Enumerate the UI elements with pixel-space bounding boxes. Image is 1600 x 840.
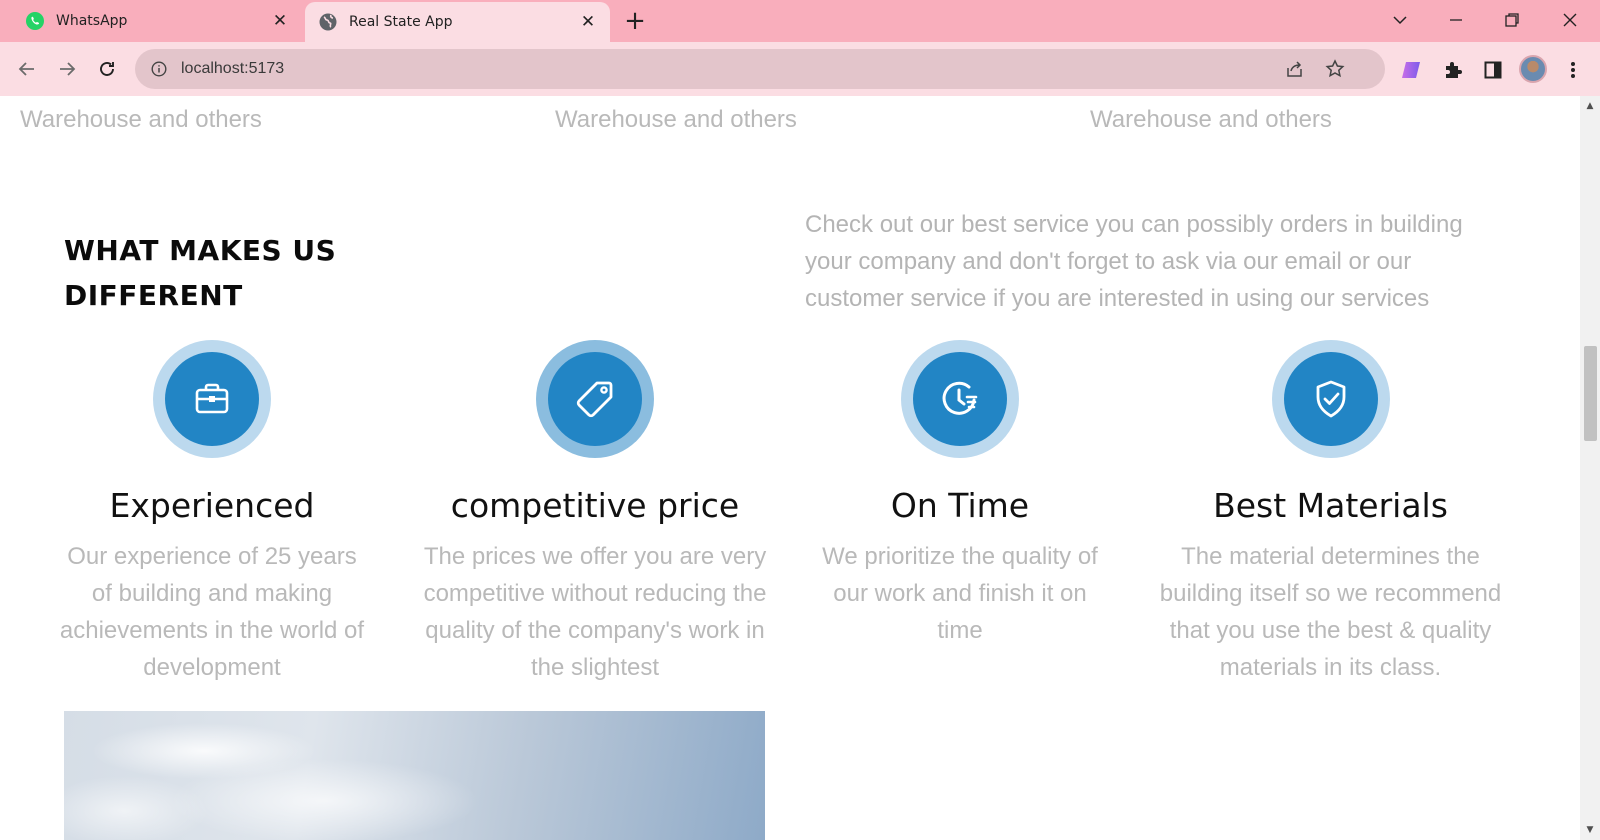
feature-icon-ring <box>153 340 271 458</box>
feature-description: We prioritize the quality of our work an… <box>822 543 1098 644</box>
feature-icon-ring <box>1271 340 1390 458</box>
feature-card-competitive-price: competitive price The prices we offer yo… <box>405 340 785 686</box>
tab-whatsapp[interactable]: WhatsApp ✕ <box>12 0 302 42</box>
minimize-icon[interactable] <box>1434 0 1478 40</box>
building-sky-photo <box>64 711 765 840</box>
feature-title: Best Materials <box>1213 486 1448 525</box>
price-tag-icon <box>548 352 642 446</box>
feature-card-experienced: Experienced Our experience of 25 years o… <box>52 340 372 686</box>
close-tab-whatsapp-icon[interactable]: ✕ <box>266 7 294 35</box>
feature-card-best-materials: Best Materials The material determines t… <box>1138 340 1523 686</box>
url-text[interactable]: localhost:5173 <box>181 60 284 78</box>
tab-strip: WhatsApp ✕ Real State App ✕ + <box>0 0 1600 42</box>
previous-card-text: Warehouse and others <box>555 106 797 133</box>
page-scrollbar[interactable]: ▲ ▼ <box>1580 96 1600 840</box>
tab-real-state-app[interactable]: Real State App ✕ <box>305 2 610 42</box>
shield-check-icon <box>1283 352 1378 446</box>
new-tab-button[interactable]: + <box>620 6 650 36</box>
site-info-icon[interactable] <box>149 59 169 79</box>
feature-title: competitive price <box>450 486 740 525</box>
bookmark-star-icon[interactable] <box>1323 59 1347 79</box>
feature-description: The material determines the building its… <box>1159 543 1502 681</box>
section-intro: Check out our best service you can possi… <box>805 211 1463 312</box>
feature-icon-ring <box>536 340 654 458</box>
restore-icon[interactable] <box>1490 0 1534 40</box>
feature-description: Our experience of 25 years of building a… <box>59 543 365 681</box>
scroll-thumb[interactable] <box>1584 346 1597 441</box>
whatsapp-icon <box>24 10 46 32</box>
feature-title: On Time <box>890 486 1030 525</box>
share-icon[interactable] <box>1283 59 1307 79</box>
more-menu-icon[interactable] <box>1560 57 1586 83</box>
reload-icon[interactable] <box>90 52 124 86</box>
close-window-icon[interactable] <box>1548 0 1592 40</box>
feature-card-on-time: On Time We prioritize the quality of our… <box>815 340 1105 649</box>
browser-toolbar: localhost:5173 <box>0 42 1600 96</box>
feature-icon-ring <box>901 340 1019 458</box>
scroll-up-arrow-icon[interactable]: ▲ <box>1580 98 1600 114</box>
scroll-down-arrow-icon[interactable]: ▼ <box>1580 822 1600 838</box>
side-panel-icon[interactable] <box>1480 57 1506 83</box>
tab-title-whatsapp: WhatsApp <box>56 13 128 29</box>
page-viewport: Warehouse and others Warehouse and other… <box>0 96 1580 840</box>
previous-card-text: Warehouse and others <box>1090 106 1332 133</box>
briefcase-icon <box>165 352 259 446</box>
previous-card-text: Warehouse and others <box>20 106 262 133</box>
section-title: WHAT MAKES US DIFFERENT <box>64 234 337 312</box>
profile-avatar[interactable] <box>1519 55 1547 83</box>
forward-arrow-icon[interactable] <box>50 52 84 86</box>
feature-description: The prices we offer you are very competi… <box>423 543 767 681</box>
clock-icon <box>913 352 1007 446</box>
tab-title-real-state-app: Real State App <box>349 14 453 30</box>
close-tab-real-state-icon[interactable]: ✕ <box>574 8 602 36</box>
address-bar[interactable]: localhost:5173 <box>135 49 1385 89</box>
extension-gradient-icon[interactable] <box>1400 57 1426 83</box>
extensions-puzzle-icon[interactable] <box>1440 57 1466 83</box>
globe-icon <box>317 11 339 33</box>
back-arrow-icon[interactable] <box>10 52 44 86</box>
tab-search-chevron-icon[interactable] <box>1378 0 1422 40</box>
feature-title: Experienced <box>109 486 315 525</box>
